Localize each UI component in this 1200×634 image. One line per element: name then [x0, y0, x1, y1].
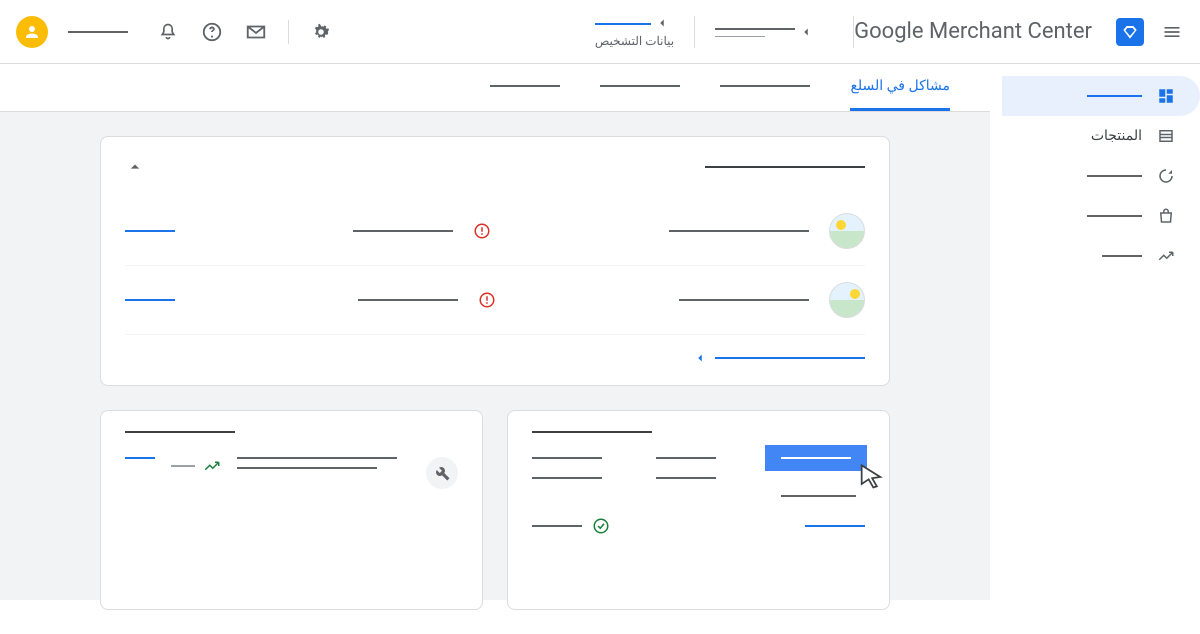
settings-icon[interactable]	[309, 20, 333, 44]
header-actions	[16, 16, 333, 48]
issue-product-name	[679, 299, 809, 301]
status-label	[532, 477, 602, 479]
status-card	[507, 410, 890, 610]
divider	[694, 16, 695, 48]
issue-action-link[interactable]	[125, 230, 175, 232]
issue-product-name	[669, 230, 809, 232]
nav-label: المنتجات	[1091, 128, 1142, 144]
status-column	[532, 457, 616, 497]
issue-action-link[interactable]	[125, 299, 175, 301]
status-label	[656, 477, 716, 479]
nav-label	[1102, 255, 1142, 257]
list-icon	[1156, 126, 1176, 146]
chevron-left-icon	[655, 16, 669, 30]
status-value	[532, 457, 602, 459]
diagnostics-label: بيانات التشخيص	[595, 34, 674, 48]
footer-text	[532, 525, 582, 527]
page-selector[interactable]: بيانات التشخيص	[595, 16, 674, 48]
issue-description	[358, 299, 458, 301]
sidebar-item-performance[interactable]	[1002, 156, 1200, 196]
error-icon	[478, 291, 496, 309]
header-brand-area: Google Merchant Center	[854, 18, 1184, 46]
status-label	[781, 495, 856, 497]
perf-text-line	[237, 457, 397, 459]
check-circle-icon	[592, 517, 610, 535]
user-avatar[interactable]	[16, 16, 48, 48]
performance-card	[100, 410, 483, 610]
notifications-icon[interactable]	[156, 20, 180, 44]
card-title	[705, 166, 865, 168]
user-name	[68, 31, 128, 33]
issue-description	[353, 230, 453, 232]
status-value	[656, 457, 716, 459]
status-column-highlighted[interactable]	[781, 457, 865, 497]
collapse-icon[interactable]	[125, 157, 145, 177]
dashboard-icon	[1156, 86, 1176, 106]
product-thumbnail	[829, 282, 865, 318]
status-footer	[532, 517, 865, 535]
sidebar-item-overview[interactable]	[1002, 76, 1200, 116]
refresh-icon	[1156, 166, 1176, 186]
help-icon[interactable]	[200, 20, 224, 44]
nav-label	[1087, 175, 1142, 177]
perf-change	[171, 465, 195, 467]
account-id	[715, 36, 765, 38]
tab-item[interactable]	[600, 71, 680, 104]
sidebar-item-products[interactable]: المنتجات	[1002, 116, 1200, 156]
tab-item-issues[interactable]: مشاكل في السلع	[850, 64, 950, 111]
trending-up-icon	[1156, 246, 1176, 266]
view-all-link[interactable]	[715, 357, 865, 359]
mail-icon[interactable]	[244, 20, 268, 44]
tab-item[interactable]	[490, 71, 560, 104]
merchant-center-logo-icon	[1116, 18, 1144, 46]
error-icon	[473, 222, 491, 240]
card-title	[125, 431, 235, 433]
chevron-left-icon	[693, 351, 707, 365]
issue-row[interactable]	[125, 197, 865, 266]
shopping-bag-icon	[1156, 206, 1176, 226]
status-value	[781, 457, 851, 459]
perf-action-link[interactable]	[125, 457, 155, 459]
trending-up-icon	[203, 457, 221, 475]
account-selector[interactable]	[715, 25, 813, 39]
divider	[288, 20, 289, 44]
app-header: Google Merchant Center بيانات التشخيص	[0, 0, 1200, 64]
chevron-left-icon	[799, 25, 813, 39]
account-selectors: بيانات التشخيص	[595, 16, 813, 48]
cursor-icon	[857, 463, 885, 491]
divider	[853, 16, 854, 48]
page-link	[595, 23, 651, 25]
wrench-icon	[426, 457, 458, 489]
sidebar-nav: المنتجات	[990, 64, 1200, 600]
hamburger-menu-icon[interactable]	[1160, 20, 1184, 44]
sidebar-item-marketing[interactable]	[1002, 196, 1200, 236]
perf-meta	[171, 457, 221, 475]
footer-link[interactable]	[805, 525, 865, 527]
issue-row[interactable]	[125, 266, 865, 335]
card-title	[532, 431, 652, 433]
perf-text-line	[237, 467, 377, 469]
brand-title: Google Merchant Center	[854, 19, 1092, 44]
account-name	[715, 28, 795, 30]
tab-item[interactable]	[720, 71, 810, 104]
product-issues-card	[100, 136, 890, 386]
nav-label	[1087, 215, 1142, 217]
product-thumbnail	[829, 213, 865, 249]
tab-bar: مشاكل في السلع	[0, 64, 990, 112]
sidebar-item-growth[interactable]	[1002, 236, 1200, 276]
status-column	[656, 457, 740, 497]
nav-label	[1087, 95, 1142, 97]
main-content: مشاكل في السلع	[0, 64, 990, 600]
